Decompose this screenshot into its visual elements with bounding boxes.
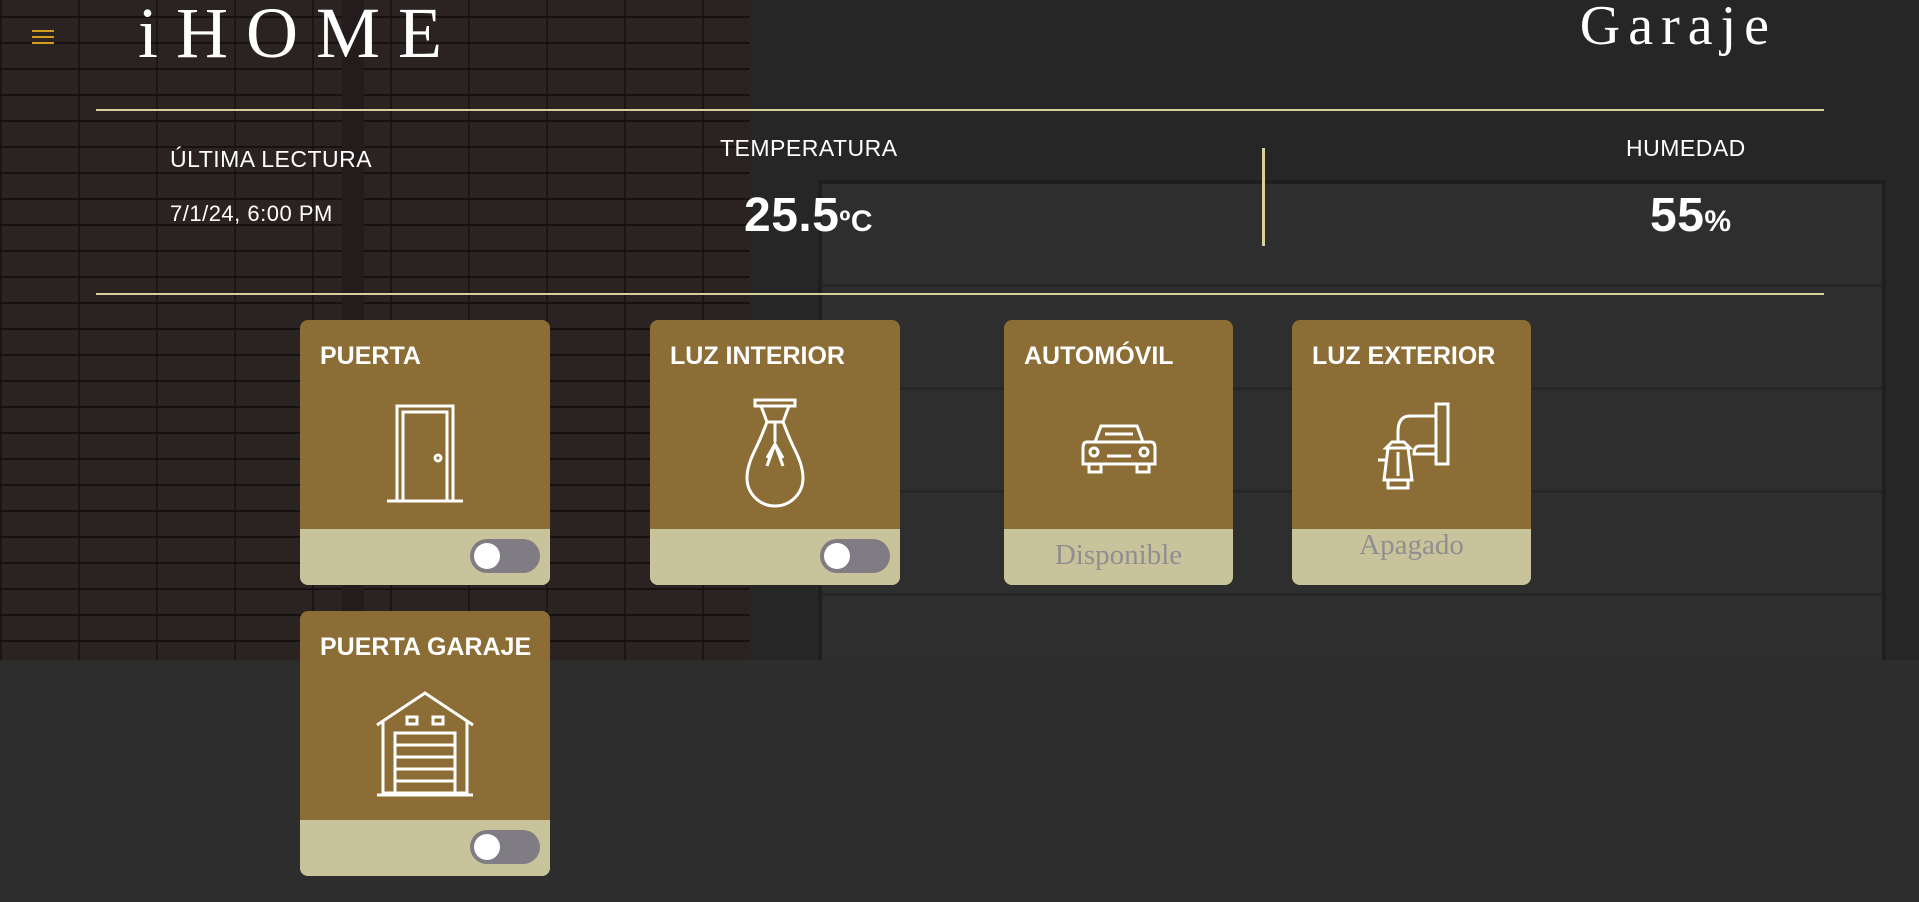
automovil-status: Disponible xyxy=(1054,539,1183,571)
toggle-knob xyxy=(474,543,500,569)
device-card-luz-exterior[interactable]: LUZ EXTERIOR Apagado xyxy=(1292,320,1531,585)
device-title: PUERTA xyxy=(320,342,421,370)
puerta-toggle[interactable] xyxy=(470,539,540,573)
room-title: Garaje xyxy=(1579,0,1777,57)
device-footer: Disponible xyxy=(1004,529,1233,585)
temperature-value: 25.5 xyxy=(744,189,840,242)
device-footer xyxy=(650,529,900,585)
humidity-unit: % xyxy=(1704,205,1732,238)
garage-icon xyxy=(300,691,550,797)
door-icon xyxy=(300,400,550,504)
temperature-unit: ºC xyxy=(839,205,874,238)
puerta-garaje-toggle[interactable] xyxy=(470,830,540,864)
luz-interior-toggle[interactable] xyxy=(820,539,890,573)
vertical-divider xyxy=(1262,148,1265,246)
device-title: LUZ EXTERIOR xyxy=(1312,342,1496,370)
device-card-puerta[interactable]: PUERTA xyxy=(300,320,550,585)
device-title: LUZ INTERIOR xyxy=(670,342,845,370)
floor xyxy=(0,660,1919,902)
app-logo: iHOME xyxy=(138,0,460,73)
device-card-automovil[interactable]: AUTOMÓVIL Disponible xyxy=(1004,320,1233,585)
hamburger-menu-icon[interactable] xyxy=(32,30,54,46)
wall-lantern-icon xyxy=(1292,402,1531,502)
humidity-label: HUMEDAD xyxy=(1626,135,1746,161)
temperature-label: TEMPERATURA xyxy=(720,135,898,161)
light-bulb-icon xyxy=(650,398,900,508)
humidity-value: 55 xyxy=(1650,189,1705,242)
device-card-luz-interior[interactable]: LUZ INTERIOR xyxy=(650,320,900,585)
device-title: AUTOMÓVIL xyxy=(1024,342,1174,370)
last-reading-label: ÚLTIMA LECTURA xyxy=(170,146,373,172)
device-footer xyxy=(300,820,550,876)
device-footer xyxy=(300,529,550,585)
device-card-puerta-garaje[interactable]: PUERTA GARAJE xyxy=(300,611,550,876)
car-icon xyxy=(1004,420,1233,476)
device-footer: Apagado xyxy=(1292,529,1531,585)
device-title: PUERTA GARAJE xyxy=(320,633,532,661)
humidity-reading: 55% xyxy=(1650,188,1732,243)
last-reading-value: 7/1/24, 6:00 PM xyxy=(170,201,333,226)
luz-exterior-status: Apagado xyxy=(1359,529,1464,561)
temperature-reading: 25.5ºC xyxy=(744,188,873,243)
toggle-knob xyxy=(474,834,500,860)
toggle-knob xyxy=(824,543,850,569)
top-divider xyxy=(96,109,1824,111)
bottom-divider xyxy=(96,293,1824,295)
